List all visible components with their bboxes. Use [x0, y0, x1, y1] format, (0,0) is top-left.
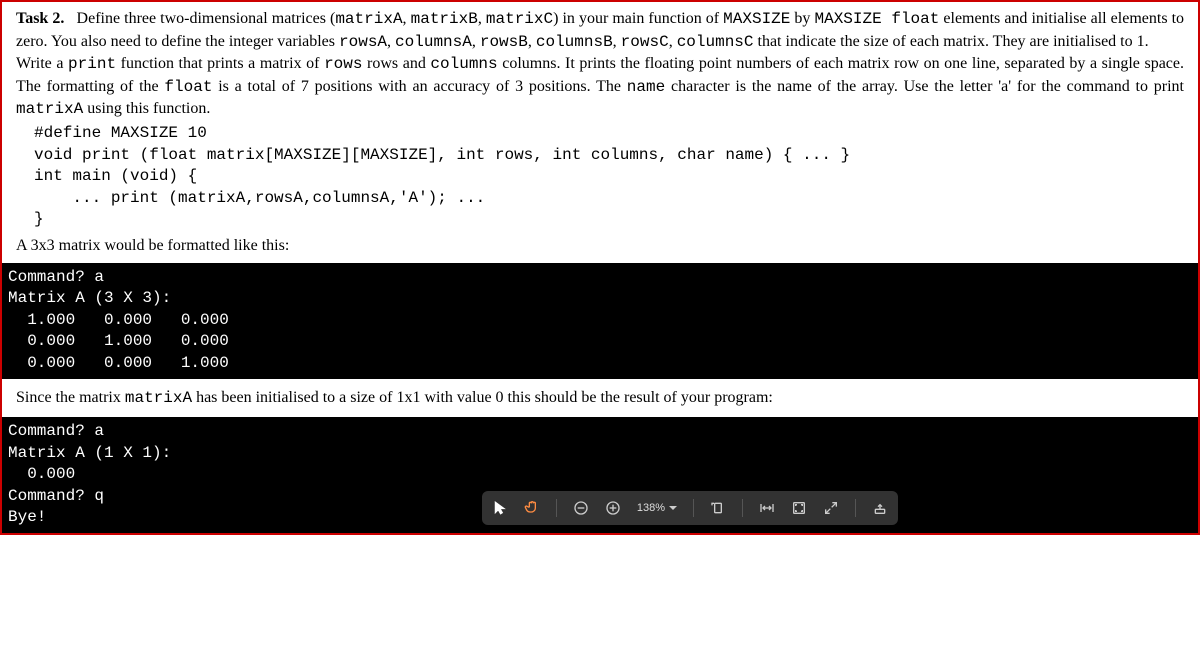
code-inline: float [164, 78, 212, 96]
code-inline: matrixA [16, 100, 83, 118]
code-inline: print [68, 55, 116, 73]
zoom-in-icon[interactable] [605, 500, 621, 516]
code-inline: matrixB [411, 10, 478, 28]
text: character is the name of the array. Use … [665, 78, 1184, 95]
code-inline: MAXSIZE [723, 10, 790, 28]
fullscreen-icon[interactable] [823, 500, 839, 516]
zoom-value: 138% [637, 502, 665, 514]
terminal-output-1: Command? a Matrix A (3 X 3): 1.000 0.000… [2, 263, 1198, 379]
code-inline: matrixC [486, 10, 553, 28]
code-inline: matrixA [335, 10, 402, 28]
fit-width-icon[interactable] [759, 500, 775, 516]
separator [855, 499, 856, 517]
task-paragraph-1: Task 2. Define three two-dimensional mat… [16, 8, 1184, 53]
text: that indicate the size of each matrix. T… [754, 33, 1149, 50]
fit-page-icon[interactable] [791, 500, 807, 516]
format-note: A 3x3 matrix would be formatted like thi… [16, 233, 1184, 259]
result-note: Since the matrix matrixA has been initia… [16, 385, 1184, 412]
code-inline: name [627, 78, 665, 96]
text: rows and [362, 55, 430, 72]
code-block: #define MAXSIZE 10 void print (float mat… [16, 123, 1184, 231]
code-inline: columnsA [395, 33, 472, 51]
hand-icon[interactable] [524, 500, 540, 516]
pdf-toolbar: 138% [482, 491, 898, 525]
code-inline: rowsA [339, 33, 387, 51]
zoom-dropdown[interactable]: 138% [637, 502, 677, 514]
text: using this function. [83, 100, 210, 117]
separator [742, 499, 743, 517]
text: is a total of 7 positions with an accura… [212, 78, 626, 95]
text: Since the matrix [16, 389, 125, 406]
code-inline: rowsB [480, 33, 528, 51]
chevron-down-icon [669, 506, 677, 510]
separator [556, 499, 557, 517]
separator [693, 499, 694, 517]
read-aloud-icon[interactable] [872, 500, 888, 516]
code-inline: rowsC [621, 33, 669, 51]
text: Define three two-dimensional matrices ( [77, 10, 336, 27]
text: ) in your main function of [553, 10, 723, 27]
code-inline: matrixA [125, 389, 192, 407]
page-frame: Task 2. Define three two-dimensional mat… [0, 0, 1200, 535]
code-inline: columnsB [536, 33, 613, 51]
text: function that prints a matrix of [116, 55, 324, 72]
task-paragraph-2: Write a print function that prints a mat… [16, 53, 1184, 121]
content2: Since the matrix matrixA has been initia… [2, 383, 1198, 414]
zoom-out-icon[interactable] [573, 500, 589, 516]
code-inline: columnsC [677, 33, 754, 51]
content: Task 2. Define three two-dimensional mat… [2, 2, 1198, 259]
cursor-icon[interactable] [492, 500, 508, 516]
text: has been initialised to a size of 1x1 wi… [192, 389, 773, 406]
text: Write a [16, 55, 68, 72]
code-inline: rows [324, 55, 362, 73]
code-inline: columns [430, 55, 497, 73]
rotate-icon[interactable] [710, 500, 726, 516]
text: by [790, 10, 814, 27]
task-label: Task 2. [16, 10, 64, 27]
code-inline: MAXSIZE float [814, 10, 939, 28]
